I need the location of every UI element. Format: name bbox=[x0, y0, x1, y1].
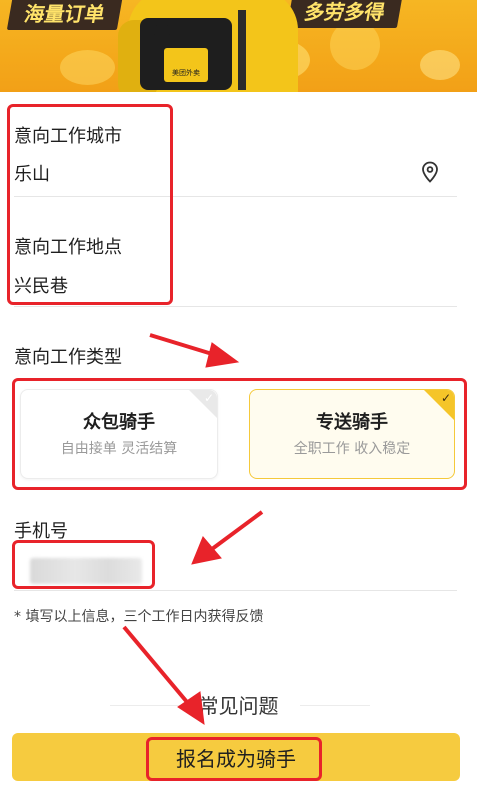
city-label: 意向工作城市 bbox=[14, 126, 122, 147]
phone-label: 手机号 bbox=[14, 521, 68, 542]
hero-banner: 海量订单 多劳多得 美团外卖 bbox=[0, 0, 477, 92]
banner-decoration bbox=[60, 50, 115, 85]
delivery-box: 美团外卖 bbox=[140, 18, 232, 90]
kangaroo-logo-icon bbox=[154, 24, 170, 36]
arrow-line bbox=[206, 510, 264, 554]
arrow-line bbox=[149, 333, 223, 359]
arrow-head bbox=[205, 342, 240, 368]
location-pin-icon[interactable] bbox=[418, 160, 442, 184]
faq-divider-right bbox=[300, 705, 370, 706]
place-label: 意向工作地点 bbox=[14, 237, 122, 258]
phone-input-blurred[interactable] bbox=[30, 558, 142, 584]
divider bbox=[14, 306, 457, 307]
banner-slogan-right: 多劳多得 bbox=[286, 0, 404, 28]
banner-slogan-left: 海量订单 bbox=[6, 0, 124, 30]
arrow-head bbox=[191, 536, 222, 565]
feedback-note: * 填写以上信息，三个工作日内获得反馈 bbox=[14, 609, 264, 625]
option-title: 众包骑手 bbox=[83, 412, 155, 433]
register-rider-button[interactable]: 报名成为骑手 bbox=[12, 733, 460, 781]
check-icon: ✓ bbox=[440, 391, 451, 405]
work-type-label: 意向工作类型 bbox=[14, 347, 122, 368]
faq-title[interactable]: 常见问题 bbox=[0, 690, 477, 719]
divider bbox=[14, 590, 457, 591]
option-subtitle: 全职工作 收入稳定 bbox=[293, 441, 411, 457]
dedicated-rider-option[interactable]: ✓ 专送骑手 全职工作 收入稳定 bbox=[249, 389, 455, 479]
register-rider-label: 报名成为骑手 bbox=[176, 746, 296, 771]
box-brand-text: 美团外卖 bbox=[172, 69, 200, 77]
divider bbox=[14, 196, 457, 197]
banner-decoration bbox=[420, 50, 460, 80]
check-icon: ✓ bbox=[203, 391, 214, 405]
option-subtitle: 自由接单 灵活结算 bbox=[60, 441, 178, 457]
option-title: 专送骑手 bbox=[316, 412, 388, 433]
place-field[interactable]: 兴民巷 bbox=[14, 272, 68, 298]
rider-stripe bbox=[238, 10, 246, 90]
crowdsource-rider-option[interactable]: ✓ 众包骑手 自由接单 灵活结算 bbox=[20, 389, 218, 479]
city-field[interactable]: 乐山 bbox=[14, 160, 50, 186]
box-brand-plate: 美团外卖 bbox=[164, 48, 208, 82]
